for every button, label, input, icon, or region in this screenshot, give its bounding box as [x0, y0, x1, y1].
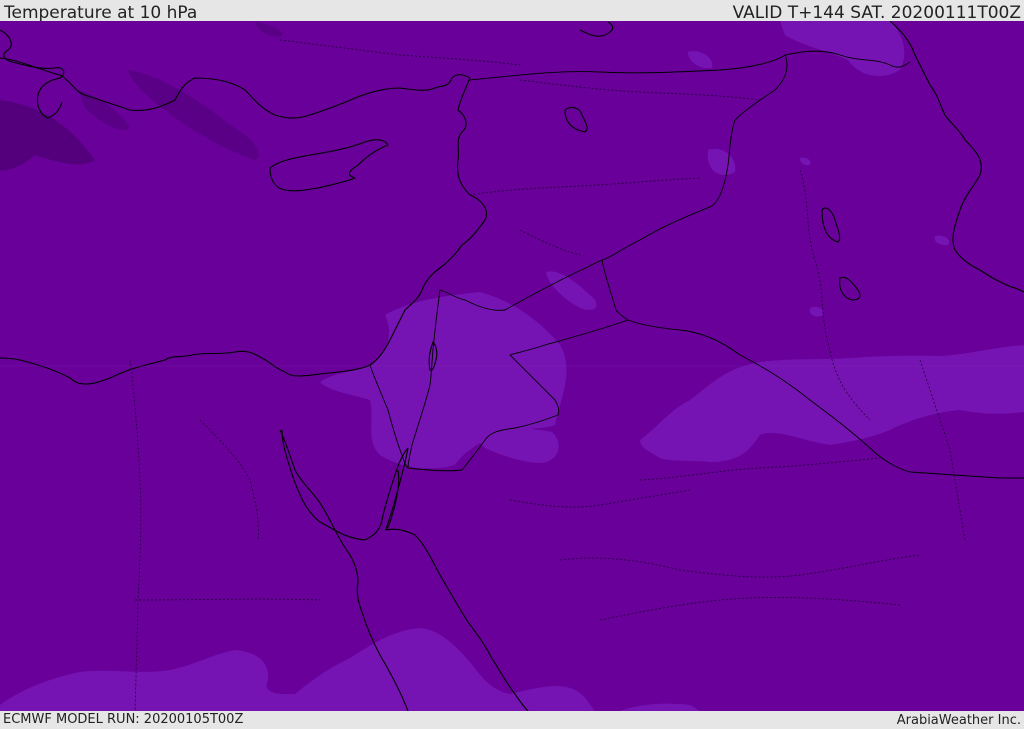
map-title: Temperature at 10 hPa — [4, 3, 198, 23]
credit-label: ArabiaWeather Inc. — [896, 713, 1021, 728]
header-bar: Temperature at 10 hPa VALID T+144 SAT. 2… — [0, 0, 1024, 23]
map-canvas[interactable] — [0, 21, 1024, 711]
model-run-label: ECMWF MODEL RUN: 20200105T00Z — [3, 712, 244, 727]
valid-time-label: VALID T+144 SAT. 20200111T00Z — [732, 3, 1021, 23]
map-window: Temperature at 10 hPa VALID T+144 SAT. 2… — [0, 0, 1024, 729]
temperature-map-svg — [0, 21, 1024, 711]
footer-bar: ECMWF MODEL RUN: 20200105T00Z ArabiaWeat… — [0, 711, 1024, 729]
